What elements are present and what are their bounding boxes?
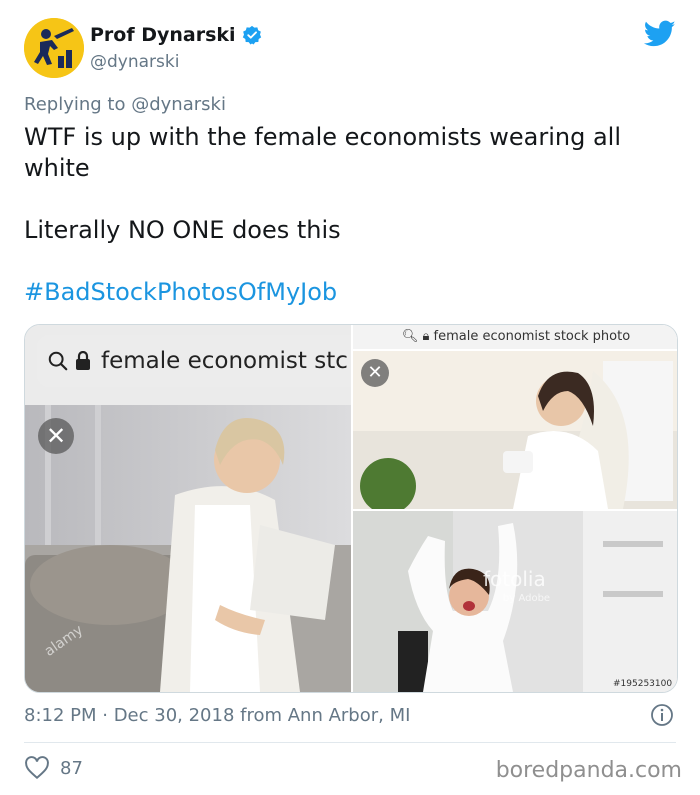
tweet-line-1: WTF is up with the female economists wea…	[24, 123, 622, 182]
tweet-line-2: Literally NO ONE does this	[24, 216, 341, 244]
tweet-text: WTF is up with the female economists wea…	[24, 122, 674, 308]
economist-reading-newspaper-image: alamy	[25, 405, 351, 692]
like-count: 87	[60, 757, 83, 779]
close-icon-right[interactable]: ✕	[361, 359, 389, 387]
tweet-header: Prof Dynarski @dynarski	[24, 18, 676, 80]
search-icon	[48, 351, 68, 371]
economist-coffee-image	[353, 351, 677, 509]
right-stock-photo-top: ✕	[353, 351, 677, 509]
avatar[interactable]	[24, 18, 84, 78]
reply-mention-link[interactable]: @dynarski	[131, 94, 226, 115]
right-url-text: female economist stock photo	[433, 329, 631, 344]
info-icon[interactable]	[650, 703, 674, 727]
verified-badge-icon	[242, 25, 261, 45]
right-lock-icon: 🔒︎	[422, 329, 430, 344]
hashtag-link[interactable]: #BadStockPhotosOfMyJob	[24, 277, 674, 308]
left-stock-photo: alamy ✕	[25, 405, 351, 692]
reply-prefix: Replying to	[24, 94, 126, 115]
like-action[interactable]: 87	[24, 756, 83, 780]
economist-celebrating-image: fotolia by Adobe #195253100	[353, 511, 677, 692]
lock-icon	[76, 351, 90, 370]
left-screenshot[interactable]: female economist stc alamy ✕	[25, 325, 367, 692]
right-image-id: #195253100	[613, 679, 672, 689]
heart-icon[interactable]	[24, 756, 50, 780]
right-watermark-sub: by Adobe	[503, 593, 550, 604]
left-search-text: female economist stc	[101, 348, 348, 374]
twitter-bird-icon[interactable]	[644, 20, 676, 48]
site-watermark: boredpanda.com	[495, 758, 682, 783]
tweet-media[interactable]: female economist stc alamy ✕ 🔍︎ 🔒︎ femal…	[24, 324, 678, 693]
right-search-icon: 🔍︎	[401, 329, 419, 344]
right-screenshot[interactable]: 🔍︎ 🔒︎ female economist stock photo ✕ fot…	[351, 325, 677, 692]
right-url-bar: 🔍︎ 🔒︎ female economist stock photo	[353, 325, 677, 349]
right-watermark: fotolia	[483, 567, 546, 591]
reply-context: Replying to @dynarski	[24, 94, 226, 115]
tweet-timestamp[interactable]: 8:12 PM · Dec 30, 2018 from Ann Arbor, M…	[24, 705, 410, 726]
author-names: Prof Dynarski @dynarski	[90, 24, 262, 72]
author-display-name-row[interactable]: Prof Dynarski	[90, 24, 262, 46]
divider	[24, 742, 676, 743]
avatar-image	[24, 18, 84, 78]
close-icon[interactable]: ✕	[38, 418, 74, 454]
left-search-bar: female economist stc	[37, 335, 367, 387]
right-stock-photo-bottom: fotolia by Adobe #195253100	[353, 511, 677, 692]
author-display-name[interactable]: Prof Dynarski	[90, 24, 236, 46]
author-handle[interactable]: @dynarski	[90, 52, 262, 72]
